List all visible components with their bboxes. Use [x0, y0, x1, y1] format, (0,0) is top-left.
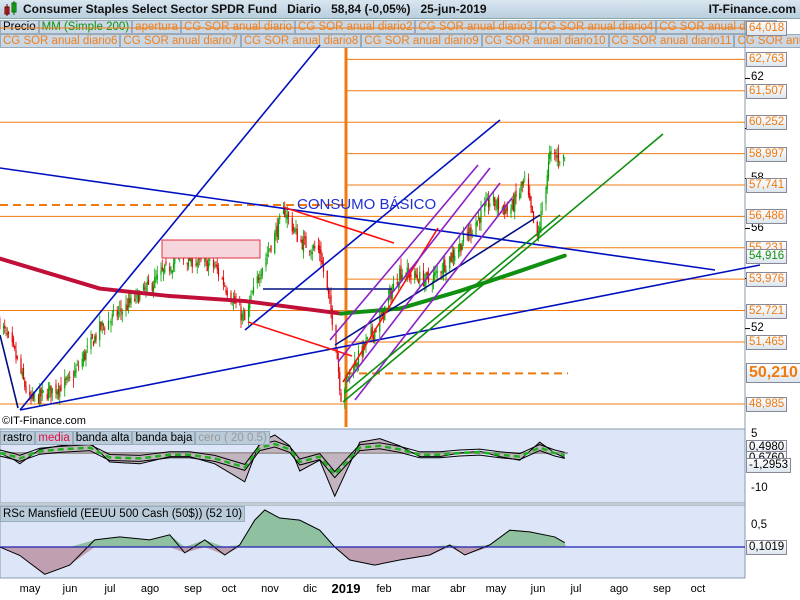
axis-value-label: -1,2953 — [746, 458, 792, 473]
x-axis-label: may — [19, 583, 41, 595]
axis-value-label: 64,018 — [746, 21, 788, 36]
x-axis-label: jul — [104, 583, 116, 595]
axis-value-label: 61,507 — [746, 83, 788, 99]
axis-value-label: 48,985 — [746, 396, 788, 412]
highlight-box — [161, 239, 261, 259]
x-axis-label: mar — [411, 583, 431, 595]
axis-value-label: 62,763 — [746, 52, 788, 68]
oscillator-legend-item[interactable]: media — [35, 431, 73, 445]
copyright: ©IT-Finance.com — [2, 415, 86, 427]
oscillator-legend: rastro media banda alta banda baja cero ( 20… — [0, 431, 270, 445]
axis-value-label: 57,741 — [746, 177, 788, 193]
x-axis-label: abr — [450, 583, 466, 595]
x-axis-label: ago — [140, 583, 160, 595]
x-axis-label: oct — [221, 583, 237, 595]
rsc-legend: RSc Mansfield (EEUU 500 Cash (50$)) (52 … — [0, 506, 246, 522]
axis-value-label: 5 — [751, 428, 758, 440]
x-axis-label: sep — [184, 583, 202, 595]
axis-value-label: 53,976 — [746, 272, 788, 288]
oscillator-legend-item[interactable]: rastro — [0, 431, 36, 445]
axis-value-label: 54,916 — [746, 248, 788, 264]
x-axis-label: jul — [570, 583, 582, 595]
axis-value-label: 52 — [751, 321, 764, 334]
axis-value-label: -10 — [751, 482, 768, 494]
x-axis-label: dic — [302, 583, 318, 595]
x-axis-label: sep — [653, 583, 671, 595]
x-axis-label: jun — [62, 583, 78, 595]
chart-annotation: CONSUMO BÁSICO — [297, 196, 437, 213]
axis-value-label: 56,486 — [746, 209, 788, 225]
oscillator-legend-item[interactable]: banda baja — [132, 431, 196, 445]
x-axis-label: ago — [609, 583, 629, 595]
x-axis-label: feb — [376, 583, 392, 595]
oscillator-legend-item[interactable]: cero ( 20 0.5) — [195, 431, 270, 445]
axis-value-label: 58,997 — [746, 146, 788, 162]
oscillator-legend-item[interactable]: banda alta — [72, 431, 133, 445]
axis-value-label: 60,252 — [746, 115, 788, 131]
x-axis-label: nov — [261, 583, 279, 595]
x-axis-label: may — [485, 583, 507, 595]
axis-value-label: 0,1019 — [746, 540, 788, 555]
x-axis-label: oct — [690, 583, 706, 595]
x-axis-label: 2019 — [331, 581, 361, 596]
x-axis-label: jun — [530, 583, 546, 595]
axis-value-label: 0,5 — [751, 519, 767, 531]
axis-value-label: 52,721 — [746, 303, 788, 319]
axis-value-label: 62 — [751, 71, 764, 84]
axis-value-label: 51,465 — [746, 334, 788, 350]
axis-value-label: 50,210 — [746, 363, 800, 384]
